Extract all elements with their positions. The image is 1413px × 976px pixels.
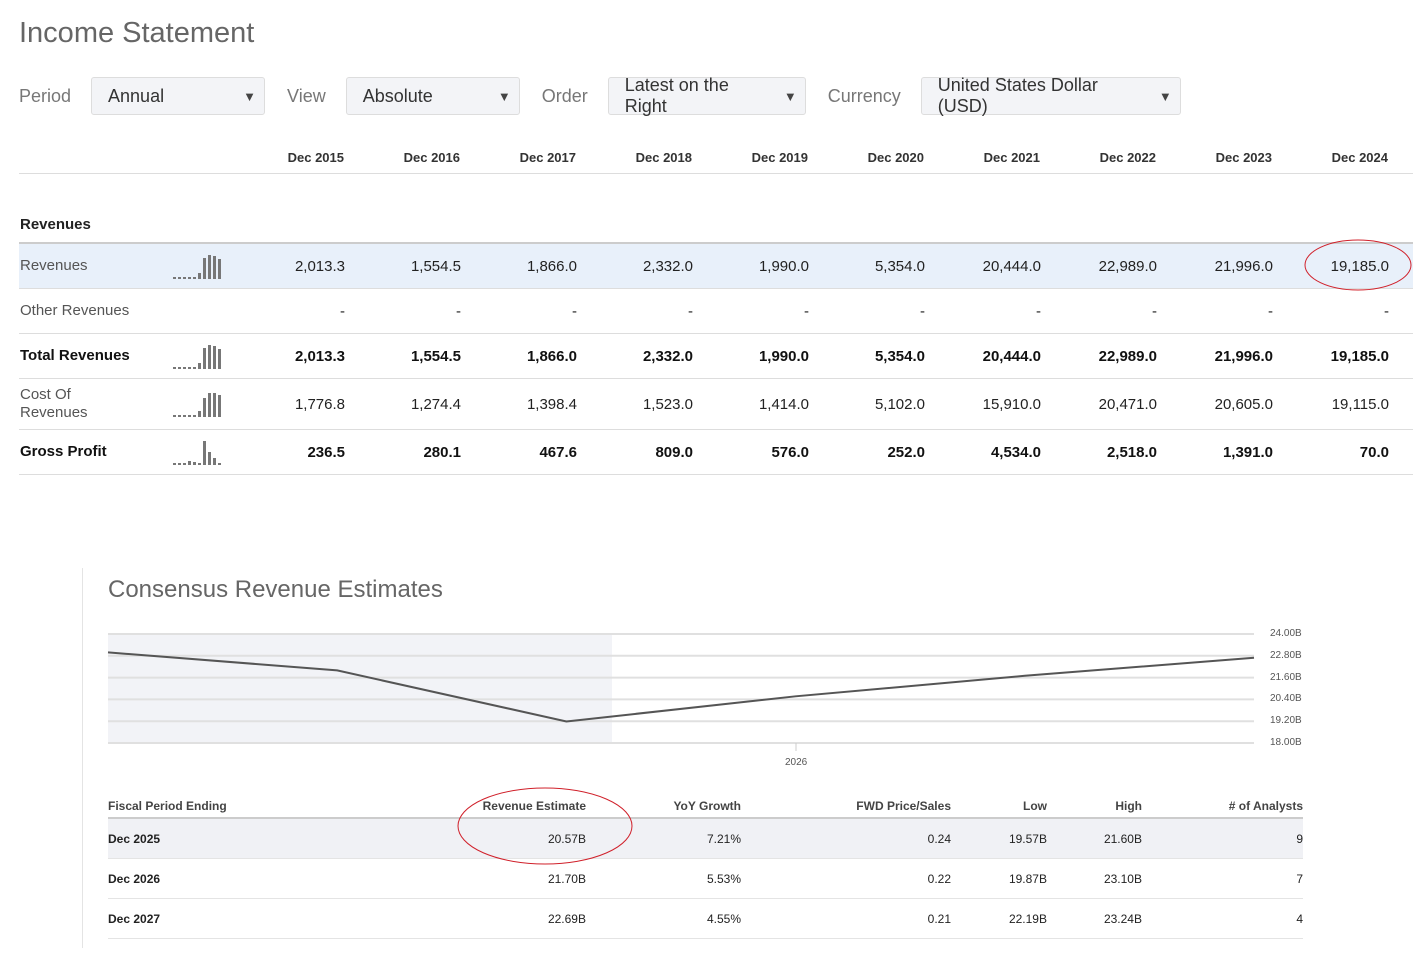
y-tick-label: 18.00B	[1270, 737, 1302, 748]
estimates-column-header[interactable]: High	[1047, 799, 1142, 813]
estimates-cell: 4	[1296, 911, 1303, 926]
y-tick-label: 19.20B	[1270, 715, 1302, 727]
estimates-cell: 19.87B	[1008, 871, 1047, 886]
estimates-cell: 19.57B	[1008, 831, 1047, 846]
estimates-cell: Dec 2027	[108, 911, 161, 926]
estimates-cell: 7.21%	[706, 831, 741, 846]
estimates-cell: 22.69B	[547, 911, 586, 926]
estimates-row[interactable]: Dec 2026 21.70B 5.53% 0.22 19.87B 23.10B 7	[108, 859, 1303, 899]
estimates-cell: 23.24B	[1103, 911, 1142, 926]
estimates-cell: 0.21	[927, 911, 951, 926]
estimates-cell: 0.22	[927, 871, 951, 886]
estimates-cell: 5.53%	[706, 871, 741, 886]
estimates-row[interactable]: Dec 2025 20.57B 7.21% 0.24 19.57B 21.60B 9	[108, 819, 1303, 859]
estimates-table: Dec 2025 20.57B 7.21% 0.24 19.57B 21.60B 9 Dec …	[108, 819, 1303, 939]
y-tick-label: 20.40B	[1270, 693, 1302, 705]
estimates-cell: 22.19B	[1008, 911, 1047, 926]
estimates-column-header[interactable]: Low	[951, 799, 1047, 813]
estimates-cell: 9	[1296, 831, 1303, 846]
estimates-cell: 23.10B	[1103, 871, 1142, 886]
y-tick-label: 24.00B	[1270, 628, 1302, 639]
estimates-cell: Dec 2026	[108, 871, 161, 886]
historical-region	[108, 634, 612, 743]
x-tick-label: 2026	[785, 757, 808, 768]
estimates-cell: Dec 2025	[108, 831, 161, 846]
estimates-cell: 21.60B	[1103, 831, 1142, 846]
estimates-row[interactable]: Dec 2027 22.69B 4.55% 0.21 22.19B 23.24B 4	[108, 899, 1303, 939]
estimates-column-header[interactable]: YoY Growth	[586, 799, 741, 813]
estimates-column-header[interactable]: FWD Price/Sales	[741, 799, 951, 813]
estimates-header: Fiscal Period Ending Revenue Estimate YoY …	[108, 795, 1303, 819]
estimates-cell: 20.57B	[547, 831, 586, 846]
y-tick-label: 22.80B	[1270, 649, 1302, 661]
estimates-cell: 7	[1296, 871, 1303, 886]
estimates-cell: 0.24	[927, 831, 951, 846]
estimates-column-header[interactable]: Fiscal Period Ending	[108, 799, 358, 813]
estimates-cell: 4.55%	[706, 911, 741, 926]
estimates-cell: 21.70B	[547, 871, 586, 886]
estimates-column-header[interactable]: # of Analysts	[1142, 799, 1303, 813]
y-tick-label: 21.60B	[1270, 671, 1302, 683]
estimates-column-header[interactable]: Revenue Estimate	[358, 799, 586, 813]
